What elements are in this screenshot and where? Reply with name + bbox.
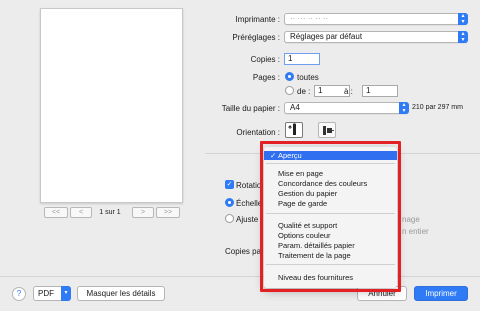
prev-page-button[interactable]: < [70,207,92,218]
scale-label: Échelle [236,199,263,208]
pages-all-radio[interactable] [285,72,294,81]
copies-per-label: Copies pa [225,247,262,256]
paper-size-label: Taille du papier : [221,104,280,113]
pages-all-label: toutes [297,73,319,82]
fit-whole-text: n entier [402,227,429,236]
pdf-label: PDF [38,289,54,298]
print-button[interactable]: Imprimer [414,286,468,301]
highlight-box [260,141,401,292]
presets-label: Préréglages : [232,33,280,42]
hide-details-button[interactable]: Masquer les détails [77,286,165,301]
pages-from-label: de : [297,87,311,96]
copies-input[interactable]: 1 [284,53,320,65]
chevron-updown-icon: ▴ ▾ [399,102,409,114]
printer-select[interactable]: ·· ··· ·· ·· ·· ▴ ▾ [284,13,468,25]
next-page-button[interactable]: > [132,207,154,218]
first-page-button[interactable]: << [44,207,68,218]
paper-dimensions: 210 par 297 mm [412,104,463,111]
paper-size-select[interactable]: A4 ▴ ▾ [284,102,409,114]
copies-label: Copies : [250,55,280,64]
rotation-checkbox[interactable]: ✓ [225,180,234,189]
last-page-button[interactable]: >> [156,207,180,218]
pages-range-radio[interactable] [285,86,294,95]
chevron-updown-icon: ▴ ▾ [458,13,468,25]
help-button[interactable]: ? [12,287,26,301]
orientation-label: Orientation : [236,128,280,137]
chevron-updown-icon: ▴ ▾ [458,31,468,43]
pages-to-label: à : [344,87,353,96]
presets-value: Réglages par défaut [290,32,363,41]
rotation-label: Rotatio [236,181,262,190]
preview-pager: << < 1 sur 1 > >> [40,207,183,219]
landscape-icon [323,126,334,135]
printer-value: ·· ··· ·· ·· ·· [290,14,329,23]
fit-radio[interactable] [225,214,234,223]
landscape-orientation-button[interactable] [318,122,336,138]
scale-radio[interactable] [225,198,234,207]
page-indicator: 1 sur 1 [99,209,121,216]
pages-label: Pages : [252,73,280,82]
printer-label: Imprimante : [235,15,280,24]
page-preview [40,8,183,203]
paper-size-value: A4 [290,103,300,112]
pages-to-input[interactable]: 1 [362,85,398,97]
portrait-icon [288,123,297,135]
portrait-orientation-button[interactable] [285,122,303,138]
presets-select[interactable]: Réglages par défaut ▴ ▾ [284,31,468,43]
fit-image-text: nage [402,215,420,224]
bottom-separator [0,276,480,277]
chevron-down-icon: ▾ [61,286,71,301]
pdf-menu-button[interactable]: PDF ▾ [33,286,71,301]
fit-label: Ajuste [236,215,259,224]
